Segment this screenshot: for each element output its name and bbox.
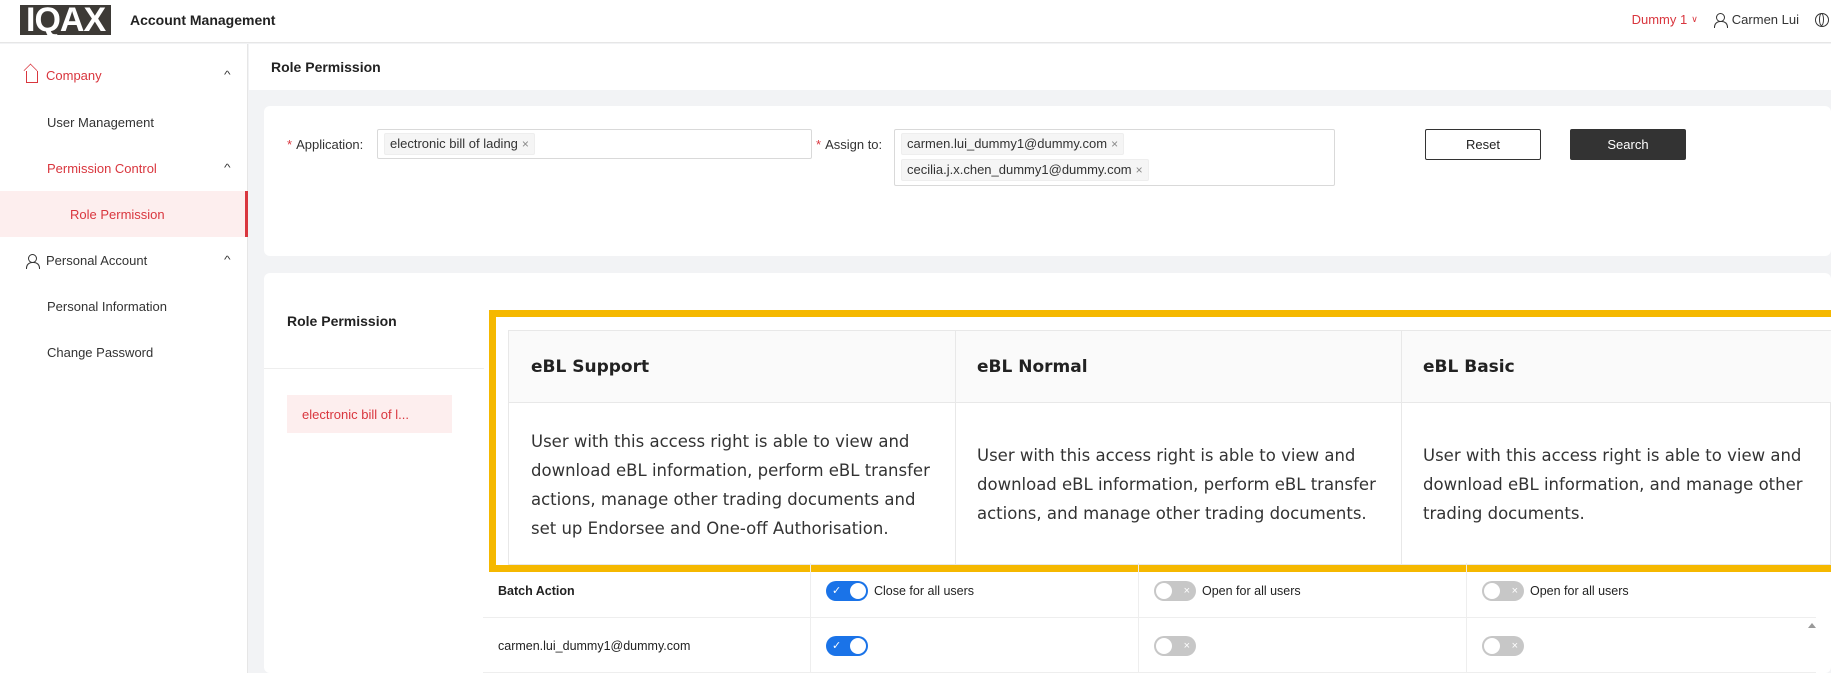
person-icon	[26, 253, 40, 269]
search-button[interactable]: Search	[1570, 129, 1686, 160]
sidebar-item-label: Company	[46, 67, 102, 83]
home-icon	[26, 71, 38, 83]
check-icon: ✓	[832, 639, 842, 652]
top-header: IQAX Account Management Dummy 1 ∨ Carmen…	[0, 0, 1831, 43]
sidebar-item-role-permission[interactable]: Role Permission	[0, 191, 248, 237]
sidebar-item-company[interactable]: Company ^	[0, 52, 248, 98]
batch-toggle-support[interactable]: ✓ Close for all users	[826, 563, 974, 618]
table-row: carmen.lui_dummy1@dummy.com ✓ × ×	[483, 618, 1816, 673]
org-switcher[interactable]: Dummy 1 ∨	[1632, 12, 1698, 27]
org-name: Dummy 1	[1631, 12, 1688, 27]
header-right: Dummy 1 ∨ Carmen Lui	[1632, 12, 1831, 28]
application-tag[interactable]: electronic bill of lading ×	[384, 133, 535, 155]
chevron-down-icon: ∨	[1691, 14, 1698, 24]
close-icon[interactable]: ×	[1136, 163, 1143, 177]
chevron-up-icon: ^	[224, 69, 231, 81]
role-description: User with this access right is able to v…	[531, 431, 930, 538]
user-toggle-support[interactable]: ✓	[826, 618, 874, 673]
iqax-logo[interactable]: IQAX	[20, 3, 112, 37]
x-icon: ×	[1511, 639, 1518, 652]
close-icon[interactable]: ×	[1111, 137, 1118, 151]
x-icon: ×	[1183, 639, 1190, 652]
x-icon: ×	[1511, 584, 1518, 597]
sidebar-item-label: Role Permission	[70, 206, 165, 222]
sidebar-item-personal-account[interactable]: Personal Account ^	[0, 237, 248, 283]
assign-tag[interactable]: cecilia.j.x.chen_dummy1@dummy.com ×	[901, 159, 1149, 181]
toggle-switch[interactable]: ×	[1154, 635, 1196, 656]
sidebar-item-change-password[interactable]: Change Password	[0, 329, 248, 375]
section-title: Role Permission	[287, 313, 397, 329]
sidebar-item-user-management[interactable]: User Management	[0, 99, 248, 145]
sidebar-item-label: User Management	[47, 114, 154, 130]
batch-toggle-label: Open for all users	[1202, 583, 1301, 598]
column-divider	[1401, 331, 1402, 566]
toggle-switch[interactable]: ×	[1154, 580, 1196, 601]
batch-toggle-label: Open for all users	[1530, 583, 1629, 598]
assign-to-label: * Assign to:	[816, 137, 883, 152]
role-name-ebl-normal: eBL Normal	[955, 331, 1401, 403]
user-menu[interactable]: Carmen Lui	[1713, 12, 1799, 28]
logo-text: IQAX	[20, 3, 112, 37]
role-description: User with this access right is able to v…	[1423, 446, 1803, 523]
role-description: User with this access right is able to v…	[977, 446, 1376, 523]
assign-tag[interactable]: carmen.lui_dummy1@dummy.com ×	[901, 133, 1125, 155]
user-toggle-normal[interactable]: ×	[1154, 618, 1202, 673]
app-title: Account Management	[130, 12, 276, 28]
user-name: Carmen Lui	[1731, 12, 1799, 27]
role-info-table: eBL Support eBL Normal eBL Basic User wi…	[508, 330, 1831, 566]
role-name-ebl-basic: eBL Basic	[1401, 331, 1831, 403]
user-toggle-basic[interactable]: ×	[1482, 618, 1530, 673]
column-divider	[955, 331, 956, 566]
sidebar-item-personal-information[interactable]: Personal Information	[0, 283, 248, 329]
batch-action-label: Batch Action	[498, 583, 575, 598]
scroll-up-icon[interactable]	[1808, 623, 1816, 628]
application-label: * Application:	[287, 137, 364, 152]
sidebar-item-label: Permission Control	[47, 160, 157, 176]
globe-icon[interactable]	[1815, 12, 1829, 27]
page-title: Role Permission	[249, 44, 1831, 90]
divider	[264, 368, 484, 369]
application-select[interactable]: electronic bill of lading ×	[377, 129, 812, 159]
batch-toggle-normal[interactable]: × Open for all users	[1154, 563, 1301, 618]
chevron-up-icon: ^	[224, 162, 231, 174]
batch-toggle-label: Close for all users	[874, 583, 975, 598]
toggle-switch[interactable]: ×	[1482, 635, 1524, 656]
sidebar-item-permission-control[interactable]: Permission Control ^	[0, 145, 248, 191]
sidebar: Company ^ User Management Permission Con…	[0, 44, 248, 673]
toggle-switch[interactable]: ✓	[826, 635, 868, 656]
reset-button[interactable]: Reset	[1425, 129, 1541, 160]
toggle-switch[interactable]: ×	[1482, 580, 1524, 601]
batch-action-row: Batch Action ✓ Close for all users × Ope…	[483, 563, 1816, 618]
sidebar-item-label: Personal Account	[46, 252, 148, 268]
close-icon[interactable]: ×	[522, 137, 529, 151]
sidebar-item-label: Change Password	[47, 344, 154, 360]
role-name-ebl-support: eBL Support	[509, 331, 955, 403]
toggle-switch[interactable]: ✓	[826, 580, 868, 601]
user-email: carmen.lui_dummy1@dummy.com	[498, 638, 691, 653]
x-icon: ×	[1183, 584, 1190, 597]
vertical-scrollbar[interactable]	[1808, 615, 1820, 673]
sidebar-item-label: Personal Information	[47, 298, 167, 314]
application-chip[interactable]: electronic bill of l...	[287, 395, 452, 433]
permission-grid: Batch Action ✓ Close for all users × Ope…	[483, 560, 1831, 673]
assign-to-select[interactable]: carmen.lui_dummy1@dummy.com × cecilia.j.x…	[894, 129, 1335, 186]
user-icon	[1713, 13, 1728, 28]
chevron-up-icon: ^	[224, 254, 231, 266]
batch-toggle-basic[interactable]: × Open for all users	[1482, 563, 1629, 618]
check-icon: ✓	[832, 584, 842, 597]
